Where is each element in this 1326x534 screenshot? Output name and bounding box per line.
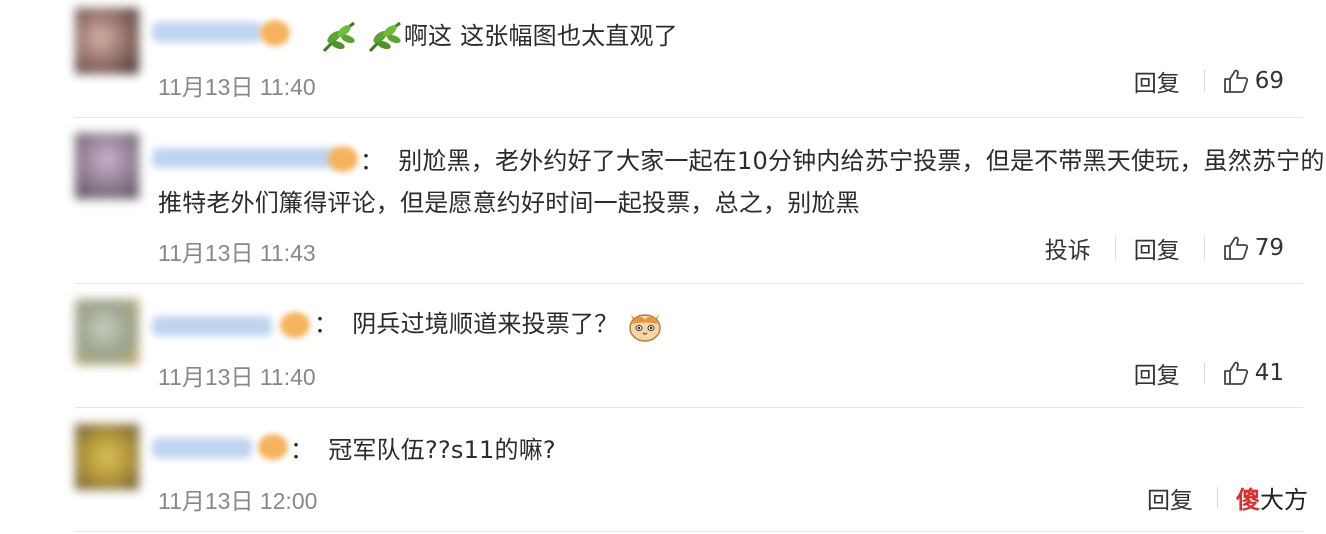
comment-text: 啊这 这张幅图也太直观了 <box>320 14 678 58</box>
like-button[interactable]: 69 <box>1223 68 1284 94</box>
thumbs-up-icon <box>1223 361 1248 385</box>
avatar[interactable] <box>75 424 139 490</box>
comment-text-body: 阴兵过境顺道来投票了？ <box>352 310 619 338</box>
comment-colon: ： <box>360 147 385 175</box>
comment-text: ： 冠军队伍??s11的嘛? <box>290 428 556 472</box>
user-badge-icon <box>260 20 290 46</box>
avatar[interactable] <box>75 8 139 74</box>
user-badge-icon <box>258 434 288 460</box>
comment-text-body: 冠军队伍??s11的嘛? <box>328 436 556 464</box>
comment-colon: ： <box>314 310 339 338</box>
comment-divider <box>75 531 1303 532</box>
user-badge-icon <box>328 146 358 172</box>
comment-colon: ： <box>290 436 315 464</box>
action-separator <box>1203 237 1205 259</box>
comment-time: 11月13日 11:40 <box>158 364 316 390</box>
comment-divider <box>75 407 1303 408</box>
leaf-emoji-icon <box>368 21 401 53</box>
action-separator <box>1203 362 1205 384</box>
avatar[interactable] <box>75 299 139 365</box>
comment-time: 11月13日 12:00 <box>158 488 318 514</box>
action-separator <box>1203 70 1205 92</box>
like-button[interactable]: 79 <box>1223 235 1284 261</box>
comment-actions: 投诉 回复 79 <box>1045 231 1284 265</box>
comment-divider <box>75 117 1303 118</box>
comment-divider <box>75 283 1303 284</box>
comment-list: 啊这 这张幅图也太直观了 11月13日 11:40 回复 69 ： 别尬黑，老外约… <box>0 0 1326 534</box>
like-count: 79 <box>1254 235 1284 261</box>
comment-text: ： 别尬黑，老外约好了大家一起在10分钟内给苏宁投票，但是不带黑天使玩，虽然苏宁的 <box>360 139 1325 183</box>
comment-text: ： 阴兵过境顺道来投票了？ <box>314 302 664 346</box>
action-separator <box>1114 237 1116 259</box>
like-button[interactable]: 41 <box>1223 360 1284 386</box>
username[interactable] <box>152 148 337 168</box>
watermark-red-char: 傻 <box>1236 486 1260 514</box>
like-count: 41 <box>1254 360 1284 386</box>
comment-actions: 回复 41 <box>1134 356 1284 390</box>
report-button[interactable]: 投诉 <box>1045 231 1091 265</box>
watermark: 傻大方 <box>1236 480 1308 515</box>
thumbs-up-icon <box>1223 236 1248 260</box>
comment-actions: 回复 傻大方 <box>1147 480 1308 515</box>
reply-button[interactable]: 回复 <box>1134 64 1180 98</box>
watermark-text: 大方 <box>1260 486 1308 514</box>
like-count: 69 <box>1254 68 1284 94</box>
avatar[interactable] <box>75 133 139 199</box>
reply-button[interactable]: 回复 <box>1134 356 1180 390</box>
comment-text-line2: 推特老外们簾得评论，但是愿意约好时间一起投票，总之，别尬黑 <box>158 189 860 217</box>
thumbs-up-icon <box>1223 69 1248 93</box>
comment-time: 11月13日 11:40 <box>158 74 316 100</box>
username[interactable] <box>152 22 262 42</box>
cat-emoji-icon <box>629 314 661 342</box>
comment-time: 11月13日 11:43 <box>158 240 316 266</box>
leaf-emoji-icon <box>322 21 355 53</box>
reply-button[interactable]: 回复 <box>1134 231 1180 265</box>
comment-text-line1: 别尬黑，老外约好了大家一起在10分钟内给苏宁投票，但是不带黑天使玩，虽然苏宁的 <box>398 147 1325 175</box>
comment-actions: 回复 69 <box>1134 64 1284 98</box>
username[interactable] <box>152 438 252 458</box>
user-badge-icon <box>280 312 310 338</box>
username[interactable] <box>152 316 272 336</box>
reply-button[interactable]: 回复 <box>1147 481 1193 515</box>
comment-text-body: 啊这 这张幅图也太直观了 <box>403 22 678 50</box>
action-separator <box>1217 486 1218 509</box>
